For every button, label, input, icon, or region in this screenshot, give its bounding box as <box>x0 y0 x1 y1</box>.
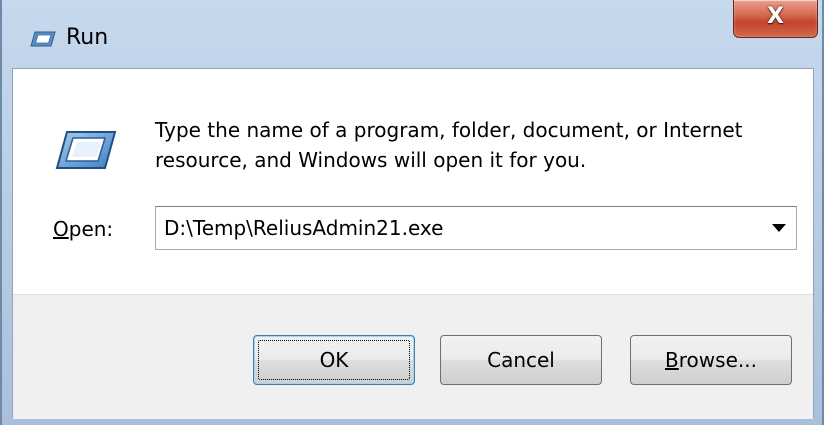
ok-button[interactable]: OK <box>253 335 415 385</box>
browse-button[interactable]: Browse... <box>630 335 792 385</box>
open-label-accelerator: O <box>53 217 69 241</box>
button-bar: OK Cancel Browse... <box>13 294 813 419</box>
open-combobox[interactable] <box>155 206 797 250</box>
close-button[interactable]: X <box>733 0 818 38</box>
open-input[interactable] <box>164 207 754 249</box>
run-icon <box>30 31 56 47</box>
chevron-down-icon <box>772 224 786 232</box>
cancel-button[interactable]: Cancel <box>440 335 602 385</box>
cancel-button-label: Cancel <box>487 348 555 372</box>
window-title: Run <box>66 25 109 50</box>
ok-button-label: OK <box>319 348 349 372</box>
title-bar[interactable]: Run X <box>2 0 822 68</box>
browse-button-accelerator: B <box>665 348 679 372</box>
open-label: Open: <box>53 214 113 244</box>
run-dialog: Run X Type the name of a program, folder… <box>0 0 824 425</box>
dialog-body: Type the name of a program, folder, docu… <box>12 68 814 419</box>
close-icon: X <box>767 4 784 29</box>
browse-button-label: rowse... <box>678 348 757 372</box>
open-label-text: pen: <box>68 217 114 241</box>
dropdown-button[interactable] <box>762 207 796 249</box>
instruction-text: Type the name of a program, folder, docu… <box>155 118 743 172</box>
run-program-icon <box>55 131 117 169</box>
